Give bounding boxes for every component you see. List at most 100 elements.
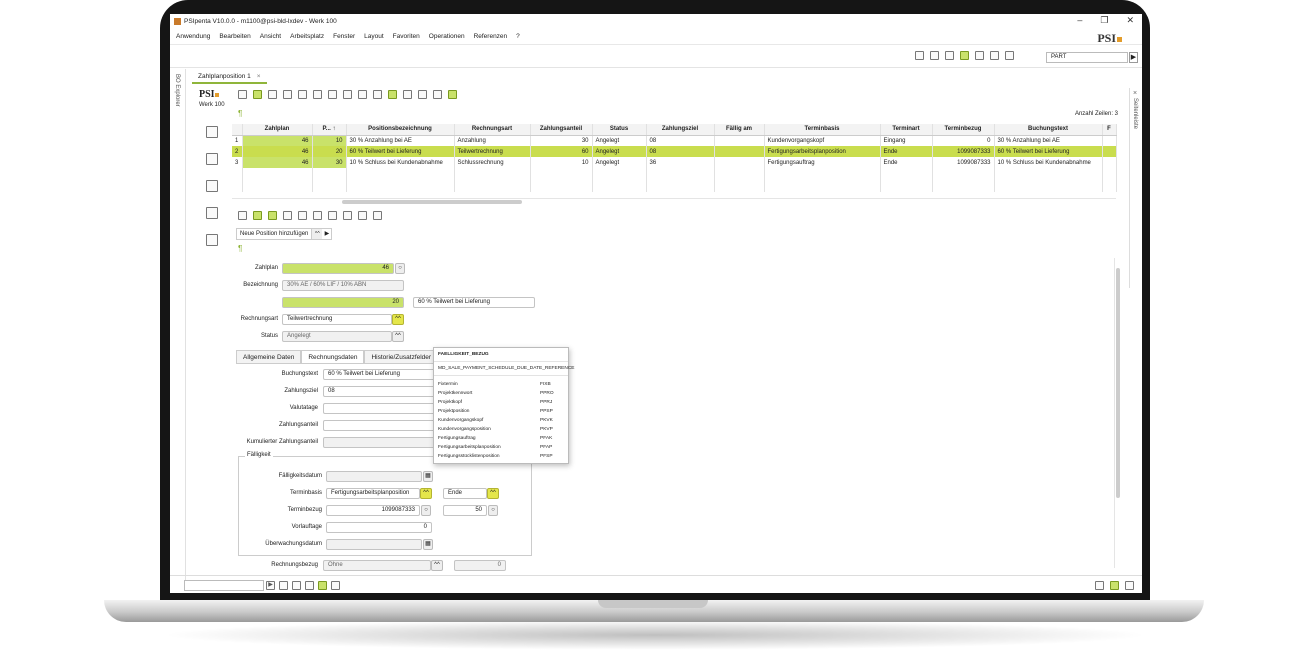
terminbezug-field[interactable]: 1099087333 [326, 505, 420, 516]
col-terminbezug[interactable]: Terminbezug [932, 124, 995, 136]
menu-ansicht[interactable]: Ansicht [260, 33, 281, 40]
status-select[interactable]: Angelegt [282, 331, 392, 342]
col-terminart[interactable]: Terminart [880, 124, 933, 136]
terminbezug-position-field[interactable]: 50 [443, 505, 487, 516]
menu-favoriten[interactable]: Favoriten [393, 33, 420, 40]
filter-clear-icon[interactable] [373, 90, 382, 99]
status-dropdown[interactable]: ^^ [392, 331, 404, 342]
check-icon[interactable] [960, 51, 969, 60]
hierarchy-icon[interactable] [206, 153, 218, 165]
terminbasis-dropdown[interactable]: ^^ [420, 488, 432, 499]
color-icon[interactable] [418, 90, 427, 99]
flag-icon[interactable] [305, 581, 314, 590]
users-icon[interactable] [1005, 51, 1014, 60]
menu-bearbeiten[interactable]: Bearbeiten [219, 33, 250, 40]
col-terminbasis[interactable]: Terminbasis [764, 124, 881, 136]
tab-rechnungsdaten[interactable]: Rechnungsdaten [301, 350, 365, 363]
tab-allgemeine-daten[interactable]: Allgemeine Daten [236, 350, 302, 363]
go-icon[interactable]: ▶ [266, 581, 275, 590]
table-row[interactable]: 1 46 10 30 % Anzahlung bei AE Anzahlung … [232, 135, 1117, 146]
delete-icon[interactable] [298, 211, 307, 220]
delete-icon[interactable] [298, 90, 307, 99]
prev-icon[interactable] [328, 211, 337, 220]
col-positionsbezeichnung[interactable]: Positionsbezeichnung [346, 124, 455, 136]
menu-layout[interactable]: Layout [364, 33, 384, 40]
check-icon[interactable] [318, 581, 327, 590]
table-row[interactable]: 3 46 30 10 % Schluss bei Kundenabnahme S… [232, 157, 1117, 168]
rechnungsbezug-select[interactable]: Ohne [323, 560, 431, 571]
layout-icon[interactable] [388, 90, 397, 99]
col-zahlungsanteil[interactable]: Zahlungsanteil [530, 124, 593, 136]
terminbezug-search-icon[interactable]: ○ [421, 505, 431, 516]
filter-remove-icon[interactable] [358, 90, 367, 99]
new-position-go[interactable]: ▶ [322, 229, 331, 239]
bo-explorer-sidebar[interactable]: BO Explorer [170, 69, 186, 581]
close-button[interactable]: ✕ [1126, 15, 1134, 26]
calendar-icon[interactable]: ▦ [423, 539, 433, 550]
save-icon[interactable] [283, 90, 292, 99]
refresh-icon[interactable] [253, 90, 262, 99]
flag-icon[interactable] [945, 51, 954, 60]
col-more[interactable]: F [1102, 124, 1117, 136]
maximize-button[interactable]: ❐ [1100, 15, 1108, 26]
tab-close-icon[interactable]: × [257, 73, 261, 80]
terminart-dropdown[interactable]: ^^ [487, 488, 499, 499]
pin-icon[interactable]: ¶ [238, 109, 242, 118]
grid-icon[interactable] [915, 51, 924, 60]
col-zahlplan[interactable]: Zahlplan [242, 124, 313, 136]
filter-icon[interactable] [328, 90, 337, 99]
valutatage-field[interactable] [323, 403, 435, 414]
menu-anwendung[interactable]: Anwendung [176, 33, 210, 40]
copy-icon[interactable] [206, 207, 218, 219]
part-input[interactable]: PART [1046, 52, 1128, 63]
terminbezug-position-search-icon[interactable]: ○ [488, 505, 498, 516]
calendar-icon[interactable] [331, 581, 340, 590]
rechnungsart-select[interactable]: Teilwertrechnung [282, 314, 392, 325]
bezeichnung-field[interactable]: 30% AE / 60% LIF / 10% ABN [282, 280, 404, 291]
new-position-dropdown[interactable]: ^^ [311, 229, 323, 239]
wand-icon[interactable] [253, 211, 262, 220]
terminart-select[interactable]: Ende [443, 488, 487, 499]
terminbasis-select[interactable]: Fertigungsarbeitsplanposition [326, 488, 420, 499]
position-text-field[interactable]: 60 % Teilwert bei Lieferung [413, 297, 535, 308]
sidebar-close-icon[interactable]: × [1133, 90, 1137, 97]
zahlungsanteil-field[interactable] [323, 420, 435, 431]
network-icon[interactable] [1095, 581, 1104, 590]
menu-fenster[interactable]: Fenster [333, 33, 355, 40]
seitenleiste-sidebar[interactable]: × Seitenleiste [1129, 88, 1142, 288]
vorlauftage-field[interactable]: 0 [326, 522, 432, 533]
tab-zahlplanposition[interactable]: Zahlplanposition 1 × [192, 71, 267, 84]
edit-icon[interactable] [238, 90, 247, 99]
zahlplan-field[interactable]: 46 [282, 263, 394, 274]
list-icon[interactable] [279, 581, 288, 590]
buchungstext-field[interactable]: 60 % Teilwert bei Lieferung [323, 369, 435, 380]
position-field[interactable]: 20 [282, 297, 404, 308]
bulb-icon[interactable] [1110, 581, 1119, 590]
menu-operationen[interactable]: Operationen [429, 33, 465, 40]
table-icon[interactable] [206, 180, 218, 192]
bell-icon[interactable] [975, 51, 984, 60]
calendar-icon[interactable] [990, 51, 999, 60]
edit-icon[interactable] [238, 211, 247, 220]
list-icon[interactable] [930, 51, 939, 60]
new-position-button[interactable]: Neue Position hinzufügen ^^ ▶ [236, 228, 333, 240]
rechnungsart-dropdown[interactable]: ^^ [392, 314, 404, 325]
col-status[interactable]: Status [592, 124, 647, 136]
last-icon[interactable] [358, 211, 367, 220]
document-icon[interactable] [206, 234, 218, 246]
new-icon[interactable] [268, 90, 277, 99]
mail-icon[interactable] [373, 211, 382, 220]
form-vscrollbar[interactable] [1114, 258, 1120, 568]
refresh-icon[interactable] [268, 211, 277, 220]
save-icon[interactable] [283, 211, 292, 220]
zahlplan-search-icon[interactable]: ○ [395, 263, 405, 274]
mail-icon[interactable] [433, 90, 442, 99]
col-buchungstext[interactable]: Buchungstext [994, 124, 1103, 136]
excel-icon[interactable] [448, 90, 457, 99]
next-icon[interactable] [343, 211, 352, 220]
columns-icon[interactable] [403, 90, 412, 99]
tree-icon[interactable] [206, 126, 218, 138]
zahlungsziel-field[interactable]: 08 [323, 386, 435, 397]
users-icon[interactable] [292, 581, 301, 590]
col-faellig-am[interactable]: Fällig am [714, 124, 765, 136]
